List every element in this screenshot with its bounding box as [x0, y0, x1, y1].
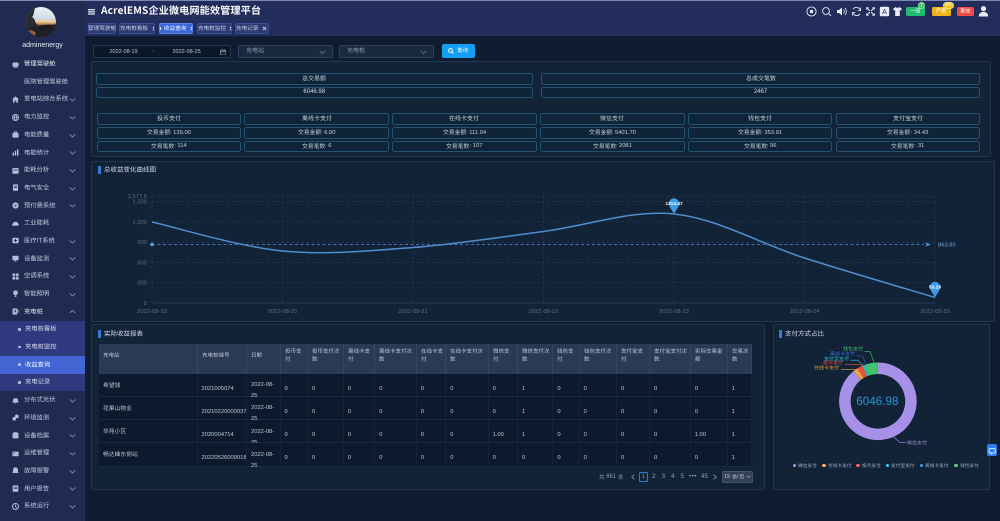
svg-text:900: 900 [137, 240, 147, 246]
svg-text:2022-08-24: 2022-08-24 [790, 309, 820, 315]
svg-text:1,500: 1,500 [132, 200, 147, 206]
svg-text:53.29: 53.29 [929, 285, 941, 291]
svg-text:600: 600 [137, 260, 147, 266]
svg-text:2022-08-19: 2022-08-19 [137, 309, 167, 315]
svg-text:2022-08-23: 2022-08-23 [659, 309, 689, 315]
svg-text:2022-08-22: 2022-08-22 [529, 309, 559, 315]
svg-text:863.85: 863.85 [938, 243, 956, 249]
svg-text:300: 300 [137, 281, 147, 287]
svg-text:2022-08-21: 2022-08-21 [398, 309, 428, 315]
svg-text:A: A [882, 9, 887, 16]
svg-text:1,200: 1,200 [132, 220, 147, 226]
svg-text:2022-08-25: 2022-08-25 [920, 309, 950, 315]
svg-text:2022-08-20: 2022-08-20 [268, 309, 298, 315]
svg-text:0: 0 [144, 301, 147, 307]
svg-text:1314.47: 1314.47 [665, 201, 683, 207]
svg-text:1,577.6: 1,577.6 [128, 194, 147, 200]
